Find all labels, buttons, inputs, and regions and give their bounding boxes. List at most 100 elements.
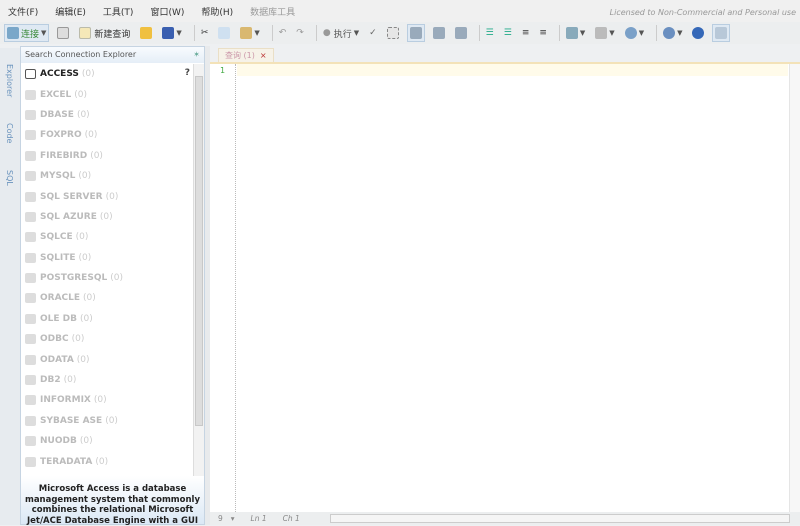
- connection-item-nuodb[interactable]: NUODB (0): [21, 431, 194, 451]
- connection-item-informix[interactable]: INFORMIX (0): [21, 390, 194, 410]
- connection-name: OLE DB: [40, 313, 77, 324]
- settings-button[interactable]: ▼: [623, 24, 646, 42]
- undo-button[interactable]: ↶: [277, 24, 289, 42]
- tab-code[interactable]: Code: [5, 123, 14, 143]
- connection-item-odbc[interactable]: ODBC (0): [21, 329, 194, 349]
- help-button[interactable]: [690, 24, 706, 42]
- results-button[interactable]: [406, 24, 425, 42]
- connection-item-foxpro[interactable]: FOXPRO (0): [21, 125, 194, 145]
- check-button[interactable]: ✓: [367, 24, 379, 42]
- connection-item-db2[interactable]: DB2 (0): [21, 370, 194, 390]
- search-connection-input[interactable]: Search Connection Explorer ✶: [21, 47, 204, 63]
- database-icon: [25, 293, 36, 304]
- connection-count: (0): [63, 375, 77, 386]
- outdent-icon: ≡: [539, 28, 547, 38]
- horizontal-scrollbar[interactable]: [330, 514, 790, 523]
- menu-database-tools[interactable]: 数据库工具: [250, 5, 295, 18]
- connection-item-odata[interactable]: ODATA (0): [21, 349, 194, 369]
- tab-explorer[interactable]: Explorer: [5, 64, 14, 97]
- cut-button[interactable]: ✂: [199, 24, 211, 42]
- uncomment-button[interactable]: ☰: [502, 24, 514, 42]
- connection-name: TERADATA: [40, 456, 93, 467]
- folder-icon: [140, 27, 153, 39]
- tab-query-1[interactable]: 查询 (1) ×: [218, 48, 274, 62]
- tab-sql[interactable]: SQL: [5, 170, 14, 186]
- database-icon: [25, 395, 36, 406]
- execute-icon: ●: [322, 28, 331, 38]
- connection-name: DBASE: [40, 109, 74, 120]
- open-button[interactable]: [138, 24, 154, 42]
- indent-button[interactable]: ≡: [520, 24, 532, 42]
- check-icon: ✓: [369, 28, 377, 38]
- connection-count: (0): [78, 171, 92, 182]
- pin-icon[interactable]: ✶: [193, 50, 200, 59]
- connection-name: POSTGRESQL: [40, 273, 108, 284]
- connection-name: SQLITE: [40, 252, 76, 263]
- save-button[interactable]: ▼: [160, 24, 183, 42]
- zoom-select[interactable]: 9: [218, 514, 223, 523]
- globe-icon: [663, 27, 676, 39]
- format-button[interactable]: [385, 24, 401, 42]
- connection-item-oracle[interactable]: ORACLE (0): [21, 288, 194, 308]
- results-file-button[interactable]: [453, 24, 469, 42]
- export-button[interactable]: ▼: [564, 24, 587, 42]
- connection-count: (0): [105, 415, 118, 426]
- menu-file[interactable]: 文件(F): [8, 5, 38, 18]
- help-icon: [692, 27, 705, 39]
- explorer-scrollbar[interactable]: [193, 64, 204, 477]
- connect-icon: [7, 27, 19, 39]
- menu-window[interactable]: 窗口(W): [150, 5, 184, 18]
- connection-explorer: Search Connection Explorer ✶ ACCESS (0) EXC…: [20, 46, 205, 526]
- connection-item-firebird[interactable]: FIREBIRD (0): [21, 146, 194, 166]
- database-icon: [25, 456, 36, 467]
- new-query-button[interactable]: 新建查询: [77, 24, 132, 42]
- connection-count: (0): [105, 191, 119, 202]
- connection-item-sql-azure[interactable]: SQL AZURE (0): [21, 207, 194, 227]
- paste-button[interactable]: ▼: [238, 24, 261, 42]
- undo-icon: ↶: [278, 28, 287, 38]
- close-icon[interactable]: ×: [260, 51, 267, 60]
- connection-item-sql-server[interactable]: SQL SERVER (0): [21, 186, 194, 206]
- connection-item-sybase-ase[interactable]: SYBASE ASE (0): [21, 411, 194, 431]
- connection-count: (0): [80, 313, 93, 324]
- copy-button[interactable]: [216, 24, 232, 42]
- connection-count: (0): [99, 211, 113, 222]
- outdent-button[interactable]: ≡: [537, 24, 549, 42]
- connection-item-dbase[interactable]: DBASE (0): [21, 105, 194, 125]
- connection-item-postgresql[interactable]: POSTGRESQL (0): [21, 268, 194, 288]
- pin-button[interactable]: [712, 24, 731, 42]
- connection-name: SQL SERVER: [40, 191, 103, 202]
- results-text-button[interactable]: [431, 24, 447, 42]
- web-button[interactable]: ▼: [661, 24, 684, 42]
- format-icon: [386, 27, 399, 39]
- comment-button[interactable]: ☰: [484, 24, 496, 42]
- connection-item-access[interactable]: ACCESS (0): [21, 64, 194, 84]
- connection-name: ORACLE: [40, 293, 81, 304]
- connection-count: (0): [93, 395, 107, 406]
- menu-tools[interactable]: 工具(T): [103, 5, 134, 18]
- sql-editor[interactable]: 1: [210, 62, 800, 512]
- new-file-button[interactable]: [55, 24, 71, 42]
- editor-scrollbar[interactable]: [789, 64, 800, 512]
- menu-edit[interactable]: 编辑(E): [55, 5, 86, 18]
- help-icon[interactable]: ?: [185, 68, 190, 78]
- execute-button[interactable]: ● 执行 ▼: [321, 24, 361, 42]
- save-icon: [162, 27, 175, 39]
- connection-item-mysql[interactable]: MYSQL (0): [21, 166, 194, 186]
- connection-item-ole-db[interactable]: OLE DB (0): [21, 309, 194, 329]
- status-bar: 9 ▾ Ln 1 Ch 1: [210, 512, 800, 525]
- connection-item-teradata[interactable]: TERADATA (0): [21, 451, 194, 471]
- connection-item-sqlite[interactable]: SQLITE (0): [21, 248, 194, 268]
- connect-button[interactable]: 连接 ▼: [4, 24, 50, 42]
- document-icon: [57, 27, 70, 39]
- redo-button[interactable]: ↷: [294, 24, 306, 42]
- database-icon: [25, 354, 36, 365]
- connection-name: ODBC: [40, 334, 69, 345]
- database-icon: [25, 273, 36, 284]
- tools-button[interactable]: ▼: [593, 24, 616, 42]
- text-results-icon: [432, 27, 445, 39]
- menu-help[interactable]: 帮助(H): [201, 5, 233, 18]
- connection-item-sqlce[interactable]: SQLCE (0): [21, 227, 194, 247]
- paste-icon: [240, 27, 253, 39]
- connection-item-excel[interactable]: EXCEL (0): [21, 84, 194, 104]
